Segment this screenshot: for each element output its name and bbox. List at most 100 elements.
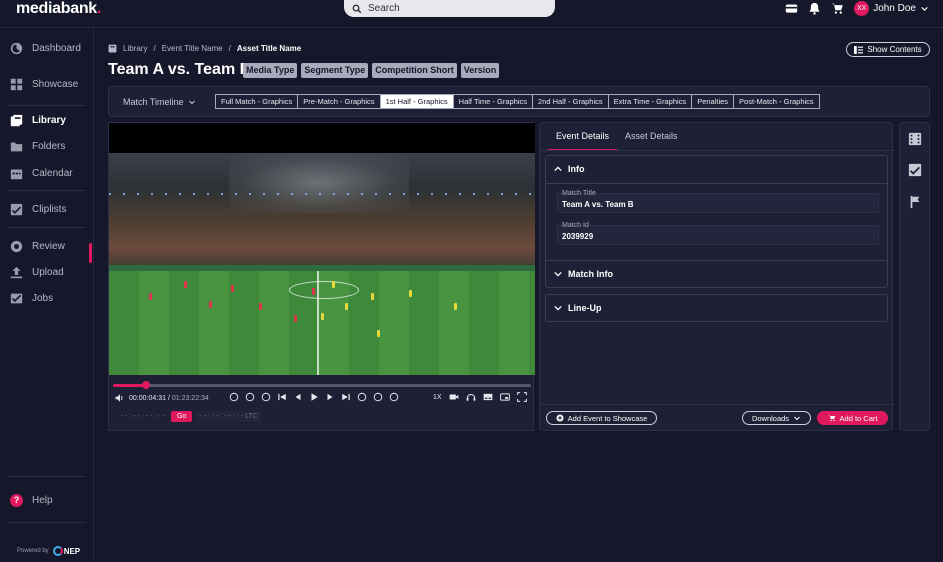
sidebar-item-library[interactable]: Library	[10, 112, 66, 128]
player-marker	[184, 281, 187, 288]
sidebar-item-upload[interactable]: Upload	[10, 264, 64, 280]
sidebar-item-label: Upload	[32, 266, 64, 278]
breadcrumb-event[interactable]: Event Title Name	[162, 44, 223, 53]
user-menu[interactable]: XX John Doe	[854, 1, 929, 16]
seek-bar[interactable]	[113, 384, 531, 387]
match-info-header[interactable]: Match Info	[554, 269, 613, 279]
video-player: 00:00:04:31 / 01:23:22:34 1X - - : - -:…	[108, 122, 535, 431]
info-header[interactable]: Info	[554, 164, 585, 174]
rewind-5-icon[interactable]	[261, 392, 271, 402]
match-id-value: 2039929	[562, 232, 594, 241]
skip-end-icon[interactable]	[341, 392, 351, 402]
player-options: 1X	[433, 392, 527, 402]
match-timeline-dropdown[interactable]: Match Timeline	[123, 97, 196, 107]
bell-icon[interactable]	[808, 2, 821, 15]
line-up-section[interactable]: Line-Up	[545, 294, 888, 322]
video-frame[interactable]	[109, 153, 535, 375]
tab-extra-time[interactable]: Extra Time - Graphics	[607, 94, 693, 109]
nep-logo: NEP	[52, 546, 80, 556]
film-icon[interactable]	[908, 132, 922, 146]
nep-ring-icon	[52, 546, 63, 556]
play-icon[interactable]	[309, 392, 319, 402]
tab-pre-match[interactable]: Pre-Match - Graphics	[297, 94, 381, 109]
right-rail	[899, 122, 930, 431]
tab-half-time[interactable]: Half Time - Graphics	[452, 94, 534, 109]
tab-full-match[interactable]: Full Match - Graphics	[215, 94, 299, 109]
match-info-title: Match Info	[568, 269, 613, 279]
tab-asset-details[interactable]: Asset Details	[617, 131, 686, 151]
sidebar-item-folders[interactable]: Folders	[10, 138, 65, 154]
rewind-30-icon[interactable]	[229, 392, 239, 402]
downloads-label: Downloads	[751, 413, 790, 423]
sidebar-item-review[interactable]: Review	[10, 238, 65, 254]
time-separator: /	[167, 394, 170, 402]
add-event-label: Add Event to Showcase	[567, 413, 648, 423]
sidebar-item-cliplists[interactable]: Cliplists	[10, 201, 66, 217]
skip-start-icon[interactable]	[277, 392, 287, 402]
flag-icon[interactable]	[908, 195, 922, 209]
app-logo[interactable]: mediabank.	[16, 0, 101, 17]
breadcrumb-library[interactable]: Library	[123, 44, 147, 53]
tab-1st-half[interactable]: 1st Half - Graphics	[379, 94, 454, 109]
logo-dot: .	[96, 0, 102, 17]
match-title-label: Match Title	[562, 190, 596, 197]
ltc-label: LTC	[245, 413, 258, 420]
sidebar-item-calendar[interactable]: Calendar	[10, 165, 73, 181]
forward-5-icon[interactable]	[357, 392, 367, 402]
seek-handle[interactable]	[142, 381, 151, 389]
show-contents-button[interactable]: Show Contents	[846, 42, 930, 57]
info-title: Info	[568, 164, 585, 174]
match-info-section[interactable]: Match Info	[545, 260, 888, 288]
fullscreen-icon[interactable]	[516, 392, 527, 402]
line-up-header[interactable]: Line-Up	[554, 303, 602, 313]
tab-event-details[interactable]: Event Details	[548, 131, 618, 151]
tab-2nd-half[interactable]: 2nd Half - Graphics	[532, 94, 609, 109]
match-id-field[interactable]: Match Id 2039929	[557, 222, 879, 245]
cliplist-icon	[10, 203, 23, 215]
sidebar-divider	[8, 105, 86, 106]
volume-icon[interactable]	[115, 393, 125, 403]
headphones-icon[interactable]	[466, 392, 476, 402]
player-marker	[312, 288, 315, 295]
sidebar-item-jobs[interactable]: Jobs	[10, 290, 53, 306]
player-marker	[294, 315, 297, 322]
sidebar-item-dashboard[interactable]: Dashboard	[10, 40, 81, 56]
add-event-button[interactable]: Add Event to Showcase	[546, 411, 657, 425]
powered-by-text: Powered by	[17, 548, 49, 554]
search-input[interactable]: Search	[344, 0, 555, 17]
playback-speed[interactable]: 1X	[433, 394, 442, 401]
rewind-10-icon[interactable]	[245, 392, 255, 402]
camera-icon[interactable]	[449, 392, 459, 402]
timecode-row: - - : - - : - - : - - Go - - : - - : - -…	[119, 411, 261, 422]
timecode-input[interactable]: - - : - - : - - : - -	[119, 412, 167, 421]
frame-back-icon[interactable]	[293, 392, 303, 402]
subtitles-icon[interactable]	[483, 392, 493, 402]
top-bar: mediabank. Search XX John Doe	[0, 0, 943, 28]
sidebar-divider	[8, 476, 86, 477]
cart-icon[interactable]	[831, 2, 844, 15]
sidebar-divider	[8, 227, 86, 228]
tag-competition: Competition Short	[372, 63, 457, 78]
help-link[interactable]: ? Help	[10, 492, 53, 508]
add-to-cart-button[interactable]: Add to Cart	[817, 411, 888, 425]
pip-icon[interactable]	[499, 392, 510, 402]
chevron-down-icon	[554, 305, 562, 311]
player-marker	[454, 303, 457, 310]
match-title-field[interactable]: Match Title Team A vs. Team B	[557, 190, 879, 213]
downloads-button[interactable]: Downloads	[742, 411, 811, 425]
card-icon[interactable]	[785, 2, 798, 15]
tag-version: Version	[460, 63, 500, 78]
ltc-display: - - : - - : - - : - - LTC	[196, 411, 261, 422]
forward-30-icon[interactable]	[389, 392, 399, 402]
ltc-timecode: - - : - - : - - : - -	[199, 413, 244, 420]
go-button[interactable]: Go	[170, 411, 193, 422]
dashboard-icon	[10, 42, 23, 54]
sidebar-item-showcase[interactable]: Showcase	[10, 76, 78, 92]
forward-10-icon[interactable]	[373, 392, 383, 402]
tab-penalties[interactable]: Penalties	[691, 94, 735, 109]
match-timeline-label: Match Timeline	[123, 97, 184, 107]
checklist-icon[interactable]	[908, 163, 922, 177]
match-title-value: Team A vs. Team B	[562, 200, 634, 209]
frame-forward-icon[interactable]	[325, 392, 335, 402]
tab-post-match[interactable]: Post-Match - Graphics	[733, 94, 820, 109]
